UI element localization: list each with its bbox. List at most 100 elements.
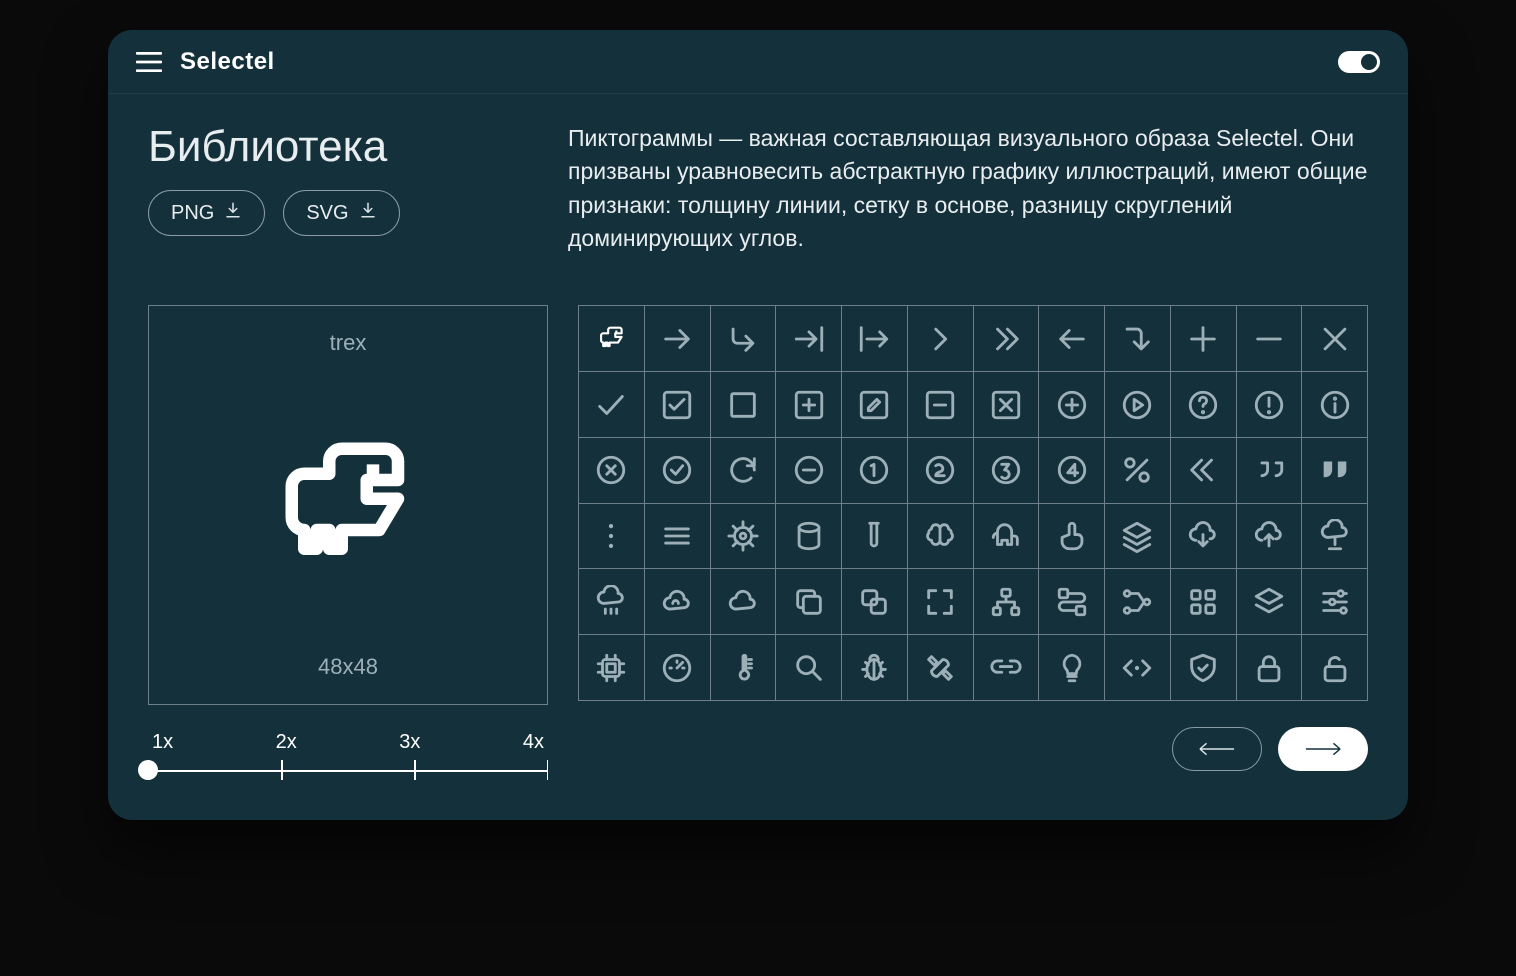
circle-question-icon[interactable] — [1171, 372, 1237, 438]
circle-play-icon[interactable] — [1105, 372, 1171, 438]
menu-icon[interactable] — [136, 51, 162, 73]
corner-down-right-icon[interactable] — [711, 306, 777, 372]
download-png-label: PNG — [171, 202, 214, 225]
arrow-left-icon[interactable] — [1039, 306, 1105, 372]
circle-info-icon[interactable] — [1302, 372, 1368, 438]
circle-3-icon[interactable] — [974, 438, 1040, 504]
cpu-icon[interactable] — [579, 635, 645, 701]
corner-right-down-icon[interactable] — [1105, 306, 1171, 372]
zoom-label-3x: 3x — [399, 731, 420, 754]
shield-check-icon[interactable] — [1171, 635, 1237, 701]
icon-preview-panel: trex 48x48 — [148, 305, 548, 705]
refresh-icon[interactable] — [711, 438, 777, 504]
thermometer-icon[interactable] — [711, 635, 777, 701]
copy-icon[interactable] — [776, 569, 842, 635]
unlock-icon[interactable] — [1302, 635, 1368, 701]
prev-page-button[interactable] — [1172, 727, 1262, 771]
sitemap-icon[interactable] — [974, 569, 1040, 635]
fullscreen-icon[interactable] — [908, 569, 974, 635]
square-icon[interactable] — [711, 372, 777, 438]
cylinder-icon[interactable] — [776, 504, 842, 570]
chevron-right-icon[interactable] — [908, 306, 974, 372]
download-svg-label: SVG — [306, 202, 348, 225]
x-icon[interactable] — [1302, 306, 1368, 372]
zoom-thumb[interactable] — [138, 760, 158, 780]
checkbox-checked-icon[interactable] — [645, 372, 711, 438]
circle-plus-icon[interactable] — [1039, 372, 1105, 438]
circle-minus-icon[interactable] — [776, 438, 842, 504]
zoom-label-1x: 1x — [152, 731, 173, 754]
check-icon[interactable] — [579, 372, 645, 438]
grid-dots-icon[interactable] — [1171, 569, 1237, 635]
circle-exclamation-icon[interactable] — [1237, 372, 1303, 438]
zoom-label-2x: 2x — [276, 731, 297, 754]
download-svg-button[interactable]: SVG — [283, 190, 399, 236]
link-icon[interactable] — [974, 635, 1040, 701]
lock-icon[interactable] — [1237, 635, 1303, 701]
test-tube-icon[interactable] — [842, 504, 908, 570]
stack-icon[interactable] — [1237, 569, 1303, 635]
content: Библиотека PNG SVG Пиктограммы — важная … — [108, 94, 1408, 820]
circle-x-icon[interactable] — [579, 438, 645, 504]
preview-icon-name: trex — [330, 330, 367, 356]
quote-outline-icon[interactable] — [1237, 438, 1303, 504]
trex-icon — [273, 356, 423, 654]
menu-icon[interactable] — [645, 504, 711, 570]
cloud-connect-icon[interactable] — [1302, 504, 1368, 570]
gauge-icon[interactable] — [645, 635, 711, 701]
hand-point-icon[interactable] — [1039, 504, 1105, 570]
download-icon — [224, 201, 242, 225]
square-x-icon[interactable] — [974, 372, 1040, 438]
next-page-button[interactable] — [1278, 727, 1368, 771]
cloud-icon[interactable] — [711, 569, 777, 635]
theme-toggle[interactable] — [1338, 51, 1380, 73]
arrow-right-icon[interactable] — [645, 306, 711, 372]
trex-icon[interactable] — [579, 306, 645, 372]
brain-icon[interactable] — [908, 504, 974, 570]
circle-check-icon[interactable] — [645, 438, 711, 504]
preview-icon-size: 48x48 — [318, 654, 378, 680]
quote-fill-icon[interactable] — [1302, 438, 1368, 504]
arrow-from-left-icon[interactable] — [842, 306, 908, 372]
zoom-label-4x: 4x — [523, 731, 544, 754]
layers-icon[interactable] — [1105, 504, 1171, 570]
topbar: Selectel — [108, 30, 1408, 94]
circle-4-icon[interactable] — [1039, 438, 1105, 504]
square-minus-icon[interactable] — [908, 372, 974, 438]
page-description: Пиктограммы — важная составляющая визуал… — [568, 122, 1368, 255]
circle-2-icon[interactable] — [908, 438, 974, 504]
tools-icon[interactable] — [908, 635, 974, 701]
brand-label: Selectel — [180, 48, 275, 76]
minus-icon[interactable] — [1237, 306, 1303, 372]
app-window: Selectel Библиотека PNG SVG Пиктограммы … — [108, 30, 1408, 820]
search-icon[interactable] — [776, 635, 842, 701]
header-row: Библиотека PNG SVG Пиктограммы — важная … — [148, 122, 1368, 255]
dots-vertical-icon[interactable] — [579, 504, 645, 570]
ship-wheel-icon[interactable] — [711, 504, 777, 570]
plus-icon[interactable] — [1171, 306, 1237, 372]
square-plus-icon[interactable] — [776, 372, 842, 438]
cloud-rain-icon[interactable] — [579, 569, 645, 635]
zoom-slider[interactable]: 1x 2x 3x 4x — [148, 731, 548, 780]
page-title: Библиотека — [148, 122, 508, 172]
route-icon[interactable] — [1039, 569, 1105, 635]
chevrons-right-icon[interactable] — [974, 306, 1040, 372]
circle-1-icon[interactable] — [842, 438, 908, 504]
bulb-icon[interactable] — [1039, 635, 1105, 701]
percent-icon[interactable] — [1105, 438, 1171, 504]
chevrons-left-icon[interactable] — [1171, 438, 1237, 504]
download-icon — [359, 201, 377, 225]
overlap-icon[interactable] — [842, 569, 908, 635]
elephant-icon[interactable] — [974, 504, 1040, 570]
cloud-outline-icon[interactable] — [645, 569, 711, 635]
square-edit-icon[interactable] — [842, 372, 908, 438]
code-icon[interactable] — [1105, 635, 1171, 701]
icon-grid — [578, 305, 1368, 701]
sliders-icon[interactable] — [1302, 569, 1368, 635]
download-png-button[interactable]: PNG — [148, 190, 265, 236]
bug-icon[interactable] — [842, 635, 908, 701]
cloud-down-icon[interactable] — [1171, 504, 1237, 570]
arrow-to-right-icon[interactable] — [776, 306, 842, 372]
cloud-up-icon[interactable] — [1237, 504, 1303, 570]
nodes-icon[interactable] — [1105, 569, 1171, 635]
